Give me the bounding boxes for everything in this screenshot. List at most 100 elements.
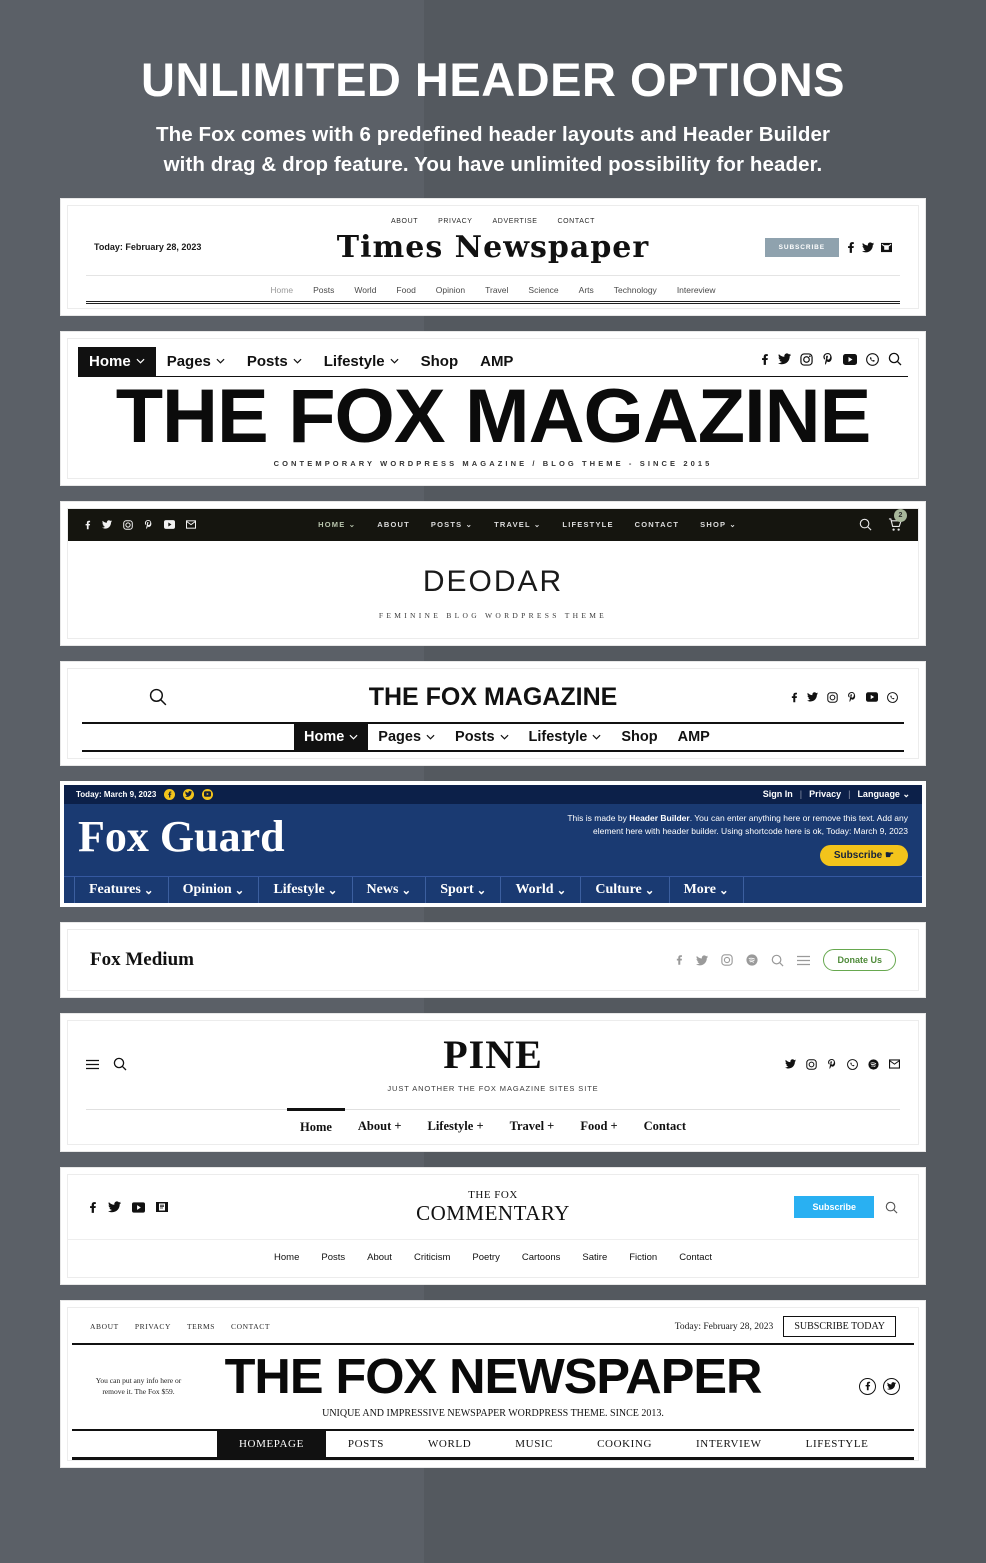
twitter-icon[interactable] bbox=[183, 788, 195, 800]
search-icon[interactable] bbox=[885, 1201, 898, 1214]
h3-nav-lifestyle[interactable]: LIFESTYLE bbox=[562, 520, 613, 529]
whatsapp-icon[interactable] bbox=[887, 692, 898, 703]
youtube-icon[interactable] bbox=[843, 353, 857, 365]
pinterest-icon[interactable] bbox=[144, 519, 153, 530]
h8-nav-contact[interactable]: Contact bbox=[679, 1252, 712, 1263]
h4-nav-amp[interactable]: AMP bbox=[668, 724, 720, 750]
spotify-icon[interactable] bbox=[746, 954, 759, 966]
h9-nav-world[interactable]: WORLD bbox=[406, 1431, 493, 1457]
search-icon[interactable] bbox=[771, 954, 784, 967]
h5-nav-world[interactable]: World ⌄ bbox=[501, 877, 582, 904]
h7-nav-contact[interactable]: Contact bbox=[631, 1110, 699, 1144]
email-icon[interactable] bbox=[156, 1201, 168, 1213]
h4-nav-pages[interactable]: Pages bbox=[368, 724, 445, 750]
h8-nav-criticism[interactable]: Criticism bbox=[414, 1252, 450, 1263]
instagram-icon[interactable] bbox=[123, 520, 133, 530]
h2-nav-posts[interactable]: Posts bbox=[236, 347, 313, 376]
h2-nav-pages[interactable]: Pages bbox=[156, 347, 236, 376]
h5-nav-culture[interactable]: Culture ⌄ bbox=[581, 877, 670, 904]
facebook-icon[interactable] bbox=[760, 353, 769, 366]
h9-nav-music[interactable]: MUSIC bbox=[493, 1431, 575, 1457]
h1-link-contact[interactable]: CONTACT bbox=[557, 218, 595, 225]
email-icon[interactable] bbox=[889, 1059, 900, 1069]
whatsapp-icon[interactable] bbox=[847, 1058, 858, 1070]
search-icon[interactable] bbox=[113, 1057, 127, 1071]
h9-nav-cooking[interactable]: COOKING bbox=[575, 1431, 674, 1457]
h3-nav-home[interactable]: HOME ⌄ bbox=[318, 520, 356, 529]
h9-site-logo[interactable]: THE FOX NEWSPAPER bbox=[182, 1353, 804, 1402]
pinterest-icon[interactable] bbox=[827, 1058, 837, 1070]
h5-nav-sport[interactable]: Sport ⌄ bbox=[426, 877, 502, 904]
youtube-icon[interactable] bbox=[866, 692, 878, 703]
spotify-icon[interactable] bbox=[868, 1059, 879, 1070]
facebook-icon[interactable] bbox=[846, 241, 855, 253]
instagram-icon[interactable] bbox=[827, 692, 838, 703]
instagram-icon[interactable] bbox=[721, 954, 734, 967]
h4-nav-lifestyle[interactable]: Lifestyle bbox=[519, 724, 612, 750]
h1-subscribe-button[interactable]: SUBSCRIBE bbox=[764, 237, 839, 257]
email-icon[interactable] bbox=[881, 242, 892, 253]
youtube-icon[interactable] bbox=[164, 520, 175, 530]
h5-nav-more[interactable]: More ⌄ bbox=[670, 877, 744, 904]
h9-subscribe-button[interactable]: SUBSCRIBE TODAY bbox=[783, 1316, 896, 1338]
h9-link-terms[interactable]: TERMS bbox=[187, 1322, 215, 1331]
h5-link-signin[interactable]: Sign In bbox=[763, 789, 793, 799]
h7-site-logo[interactable]: PINE bbox=[236, 1035, 750, 1075]
h1-nav-science[interactable]: Science bbox=[528, 285, 558, 295]
h8-nav-posts[interactable]: Posts bbox=[321, 1252, 345, 1263]
h4-site-logo[interactable]: THE FOX MAGAZINE bbox=[228, 683, 758, 712]
search-icon[interactable] bbox=[888, 352, 902, 366]
h8-nav-poetry[interactable]: Poetry bbox=[472, 1252, 499, 1263]
instagram-icon[interactable] bbox=[800, 353, 813, 366]
h9-nav-lifestyle[interactable]: LIFESTYLE bbox=[784, 1431, 891, 1457]
search-icon[interactable] bbox=[88, 688, 228, 706]
h2-nav-amp[interactable]: AMP bbox=[469, 347, 524, 376]
h3-nav-about[interactable]: ABOUT bbox=[377, 520, 410, 529]
youtube-icon[interactable] bbox=[132, 1202, 145, 1213]
h1-nav-arts[interactable]: Arts bbox=[579, 285, 594, 295]
h5-nav-features[interactable]: Features ⌄ bbox=[74, 877, 169, 904]
h4-nav-home[interactable]: Home bbox=[294, 723, 369, 750]
twitter-icon[interactable] bbox=[807, 692, 818, 702]
twitter-icon[interactable] bbox=[108, 1201, 121, 1213]
h8-nav-fiction[interactable]: Fiction bbox=[629, 1252, 657, 1263]
h5-nav-news[interactable]: News ⌄ bbox=[353, 877, 427, 904]
h1-nav-world[interactable]: World bbox=[354, 285, 376, 295]
twitter-icon[interactable] bbox=[862, 242, 874, 253]
h5-nav-lifestyle[interactable]: Lifestyle ⌄ bbox=[259, 877, 353, 904]
h1-link-privacy[interactable]: PRIVACY bbox=[438, 218, 472, 225]
h1-nav-intereview[interactable]: Intereview bbox=[677, 285, 716, 295]
h8-nav-cartoons[interactable]: Cartoons bbox=[522, 1252, 561, 1263]
h1-nav-food[interactable]: Food bbox=[396, 285, 415, 295]
facebook-icon[interactable] bbox=[859, 1377, 876, 1395]
h8-nav-home[interactable]: Home bbox=[274, 1252, 299, 1263]
h5-nav-opinion[interactable]: Opinion ⌄ bbox=[169, 877, 260, 904]
h1-nav-travel[interactable]: Travel bbox=[485, 285, 508, 295]
h7-nav-travel[interactable]: Travel + bbox=[497, 1110, 568, 1144]
pinterest-icon[interactable] bbox=[822, 352, 834, 366]
h6-site-logo[interactable]: Fox Medium bbox=[90, 949, 194, 971]
h2-site-logo[interactable]: THE FOX MAGAZINE bbox=[60, 377, 927, 454]
h1-nav-opinion[interactable]: Opinion bbox=[436, 285, 465, 295]
twitter-icon[interactable] bbox=[696, 955, 709, 966]
search-icon[interactable] bbox=[859, 518, 872, 531]
h9-nav-homepage[interactable]: HOMEPAGE bbox=[217, 1431, 326, 1458]
hamburger-icon[interactable] bbox=[797, 955, 811, 966]
h8-subscribe-button[interactable]: Subscribe bbox=[794, 1196, 874, 1219]
h2-nav-shop[interactable]: Shop bbox=[410, 347, 470, 376]
h5-site-logo[interactable]: Fox Guard bbox=[78, 812, 285, 866]
h3-nav-shop[interactable]: SHOP ⌄ bbox=[700, 520, 737, 529]
h8-nav-about[interactable]: About bbox=[367, 1252, 392, 1263]
hamburger-icon[interactable] bbox=[86, 1059, 99, 1070]
h1-nav-posts[interactable]: Posts bbox=[313, 285, 334, 295]
h9-nav-interview[interactable]: INTERVIEW bbox=[674, 1431, 784, 1457]
facebook-icon[interactable] bbox=[84, 520, 91, 530]
h8-site-logo[interactable]: THE FOX COMMENTARY bbox=[268, 1189, 718, 1225]
twitter-icon[interactable] bbox=[883, 1377, 900, 1395]
facebook-icon[interactable] bbox=[790, 692, 798, 703]
h4-nav-shop[interactable]: Shop bbox=[611, 724, 667, 750]
h9-link-contact[interactable]: CONTACT bbox=[231, 1322, 270, 1331]
h8-nav-satire[interactable]: Satire bbox=[582, 1252, 607, 1263]
h7-nav-lifestyle[interactable]: Lifestyle + bbox=[415, 1110, 497, 1144]
h3-nav-travel[interactable]: TRAVEL ⌄ bbox=[494, 520, 541, 529]
